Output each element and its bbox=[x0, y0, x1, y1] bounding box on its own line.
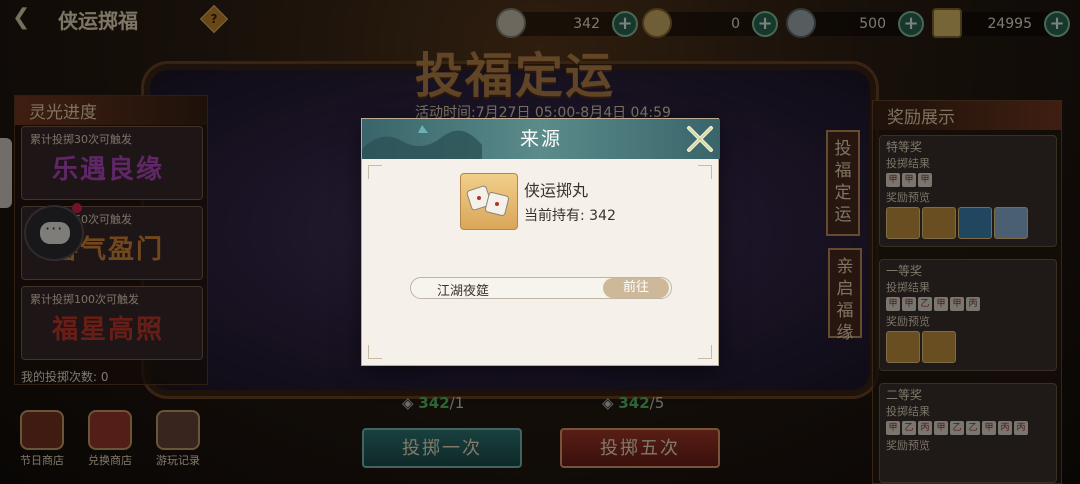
source-name: 江湖夜筵 bbox=[437, 284, 490, 299]
item-held-count: 当前持有: 342 bbox=[524, 208, 616, 224]
corner-ornament bbox=[368, 345, 382, 359]
corner-ornament bbox=[368, 165, 382, 179]
source-row: 江湖夜筵 前往 bbox=[410, 277, 672, 299]
dice-pair-icon bbox=[460, 173, 518, 230]
goto-button[interactable]: 前往 bbox=[603, 278, 669, 298]
item-name: 侠运掷丸 bbox=[524, 181, 589, 200]
close-x-icon[interactable] bbox=[684, 123, 716, 155]
source-dialog: 来源 侠运掷丸 当前持有: 342 江湖夜筵 前往 bbox=[361, 118, 720, 366]
dialog-title: 来源 bbox=[519, 128, 562, 150]
corner-ornament bbox=[698, 165, 712, 179]
corner-ornament bbox=[698, 345, 712, 359]
